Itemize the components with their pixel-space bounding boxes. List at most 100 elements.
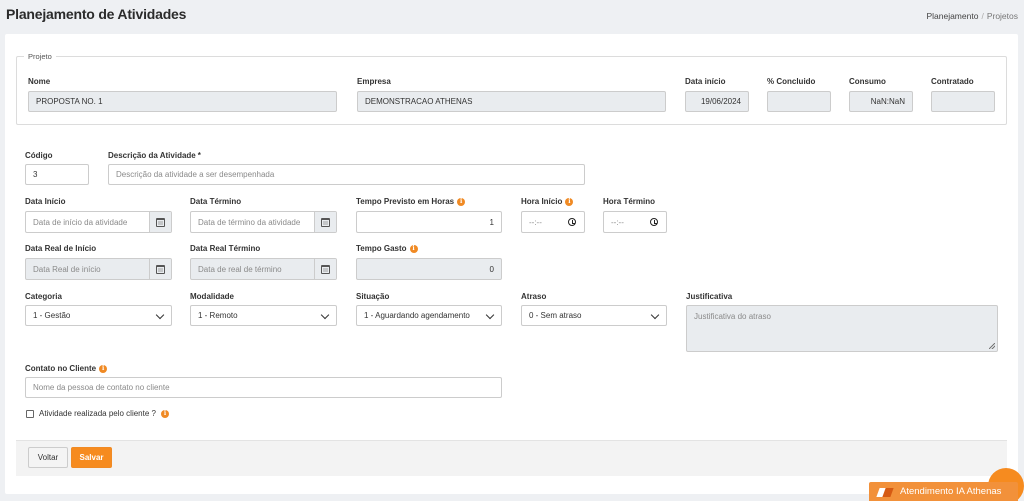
justificativa-textarea[interactable]: Justificativa do atraso — [686, 305, 998, 352]
tempo-gasto-label: Tempo Gasto i — [356, 244, 418, 253]
descricao-input[interactable]: Descrição da atividade a ser desempenhad… — [108, 164, 585, 185]
modalidade-select[interactable]: 1 - Remoto — [190, 305, 337, 326]
hora-termino-value: --:-- — [611, 217, 624, 227]
calendar-icon[interactable] — [314, 212, 336, 232]
data-real-termino-placeholder: Data de real de término — [198, 264, 282, 274]
info-circle-icon[interactable]: i — [160, 409, 169, 418]
projeto-legend: Projeto — [24, 52, 56, 61]
categoria-value: 1 - Gestão — [33, 311, 71, 320]
salvar-button[interactable]: Salvar — [71, 447, 112, 468]
voltar-button[interactable]: Voltar — [28, 447, 68, 468]
justificativa-label: Justificativa — [686, 292, 733, 301]
data-inicio-input[interactable]: Data de início da atividade — [25, 211, 172, 233]
descricao-placeholder: Descrição da atividade a ser desempenhad… — [116, 170, 275, 179]
contato-placeholder: Nome da pessoa de contato no cliente — [33, 383, 170, 392]
data-termino-placeholder: Data de término da atividade — [198, 217, 301, 227]
situacao-value: 1 - Aguardando agendamento — [364, 311, 470, 320]
breadcrumb-current: Projetos — [986, 11, 1018, 21]
breadcrumb-separator: / — [981, 11, 984, 21]
data-inicio-label: Data Início — [25, 197, 66, 206]
resize-grip-icon[interactable] — [989, 343, 995, 349]
chevron-down-icon — [155, 310, 165, 319]
data-real-inicio-placeholder: Data Real de início — [33, 264, 101, 274]
concluido-label: % Concluido — [767, 77, 816, 86]
tempo-previsto-value: 1 — [489, 217, 494, 227]
calendar-icon[interactable] — [149, 212, 171, 232]
contato-label: Contato no Cliente i — [25, 364, 108, 373]
contato-label-text: Contato no Cliente — [25, 364, 97, 373]
hora-inicio-value: --:-- — [529, 217, 542, 227]
clock-icon[interactable] — [568, 218, 576, 226]
data-inicio-projeto-value: 19/06/2024 — [700, 97, 741, 106]
tempo-previsto-label: Tempo Previsto em Horas i — [356, 197, 466, 206]
data-termino-input[interactable]: Data de término da atividade — [190, 211, 337, 233]
chat-widget-button[interactable]: Atendimento IA Athenas — [869, 482, 1018, 501]
info-circle-icon[interactable]: i — [99, 364, 108, 373]
hora-inicio-label-text: Hora Início — [521, 197, 563, 206]
data-real-inicio-label: Data Real de Início — [25, 244, 97, 253]
categoria-label: Categoria — [25, 292, 62, 301]
atraso-value: 0 - Sem atraso — [529, 311, 582, 320]
empresa-label: Empresa — [357, 77, 391, 86]
data-inicio-placeholder: Data de início da atividade — [33, 217, 128, 227]
info-circle-icon[interactable]: i — [565, 197, 574, 206]
info-circle-icon[interactable]: i — [409, 244, 418, 253]
calendar-icon[interactable] — [314, 259, 336, 279]
consumo-value: NaN:NaN — [870, 97, 905, 106]
realizada-cliente-checkbox[interactable] — [26, 410, 34, 418]
nome-label: Nome — [28, 77, 51, 86]
tempo-gasto-label-text: Tempo Gasto — [356, 244, 407, 253]
info-circle-icon[interactable]: i — [457, 197, 466, 206]
descricao-label: Descrição da Atividade * — [108, 151, 201, 160]
data-termino-label: Data Término — [190, 197, 242, 206]
hora-inicio-input[interactable]: --:-- — [521, 211, 585, 233]
contratado-field — [931, 91, 995, 112]
hora-termino-label: Hora Término — [603, 197, 656, 206]
justificativa-placeholder: Justificativa do atraso — [694, 312, 771, 321]
breadcrumb-link-planejamento[interactable]: Planejamento — [926, 11, 978, 21]
contato-input[interactable]: Nome da pessoa de contato no cliente — [25, 377, 502, 398]
consumo-label: Consumo — [849, 77, 886, 86]
chevron-down-icon — [650, 310, 660, 319]
realizada-cliente-label: Atividade realizada pelo cliente ? i — [39, 409, 169, 418]
tempo-previsto-label-text: Tempo Previsto em Horas — [356, 197, 455, 206]
codigo-input[interactable]: 3 — [25, 164, 89, 185]
calendar-icon[interactable] — [149, 259, 171, 279]
nome-value: PROPOSTA NO. 1 — [36, 97, 103, 106]
modalidade-label: Modalidade — [190, 292, 235, 301]
clock-icon[interactable] — [650, 218, 658, 226]
atraso-label: Atraso — [521, 292, 547, 301]
atraso-select[interactable]: 0 - Sem atraso — [521, 305, 667, 326]
categoria-select[interactable]: 1 - Gestão — [25, 305, 172, 326]
required-marker: * — [197, 151, 201, 160]
situacao-select[interactable]: 1 - Aguardando agendamento — [356, 305, 502, 326]
chevron-down-icon — [320, 310, 330, 319]
chevron-down-icon — [485, 310, 495, 319]
athenas-logo-icon — [878, 486, 894, 498]
breadcrumb: Planejamento / Projetos — [926, 11, 1018, 21]
hora-inicio-label: Hora Início i — [521, 197, 574, 206]
data-inicio-projeto-field: 19/06/2024 — [685, 91, 749, 112]
tempo-previsto-input[interactable]: 1 — [356, 211, 502, 233]
descricao-label-text: Descrição da Atividade — [108, 151, 196, 160]
empresa-value: DEMONSTRACAO ATHENAS — [365, 97, 473, 106]
data-real-termino-input: Data de real de término — [190, 258, 337, 280]
nome-field: PROPOSTA NO. 1 — [28, 91, 337, 112]
tempo-gasto-field: 0 — [356, 258, 502, 280]
data-real-termino-label: Data Real Término — [190, 244, 261, 253]
hora-termino-input[interactable]: --:-- — [603, 211, 667, 233]
data-real-inicio-input: Data Real de início — [25, 258, 172, 280]
empresa-field: DEMONSTRACAO ATHENAS — [357, 91, 666, 112]
situacao-label: Situação — [356, 292, 390, 301]
page-title: Planejamento de Atividades — [6, 6, 187, 22]
codigo-label: Código — [25, 151, 53, 160]
data-inicio-projeto-label: Data início — [685, 77, 726, 86]
modalidade-value: 1 - Remoto — [198, 311, 238, 320]
chat-widget-label: Atendimento IA Athenas — [900, 486, 1002, 497]
concluido-field — [767, 91, 831, 112]
codigo-value: 3 — [33, 170, 38, 179]
form-footer — [16, 440, 1007, 476]
contratado-label: Contratado — [931, 77, 974, 86]
consumo-field: NaN:NaN — [849, 91, 913, 112]
tempo-gasto-value: 0 — [489, 264, 494, 274]
